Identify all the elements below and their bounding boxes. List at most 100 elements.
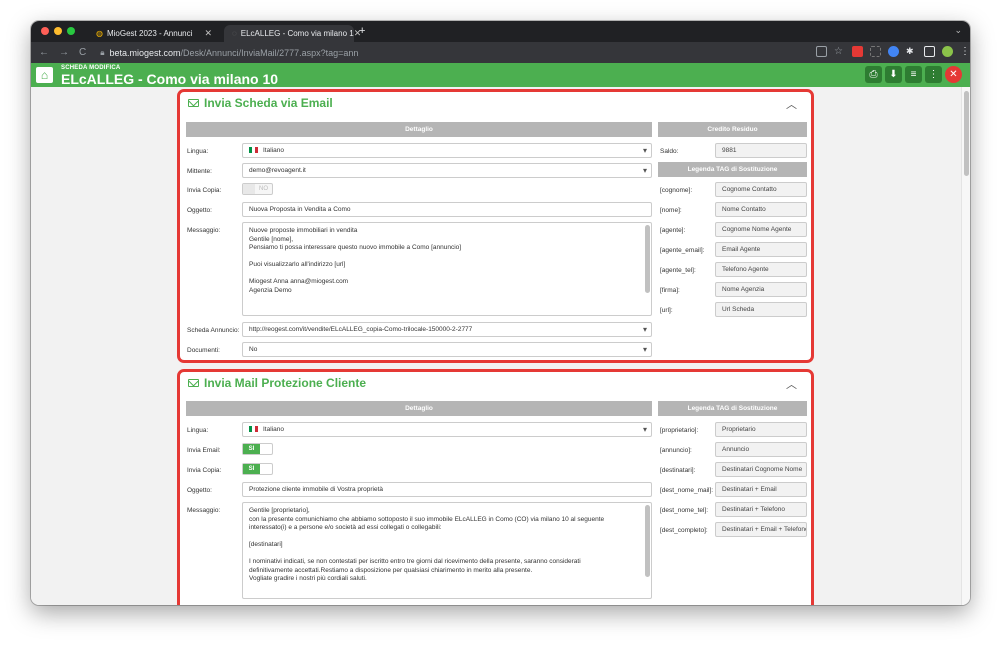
tag-name: [agente_email]: bbox=[660, 247, 705, 254]
new-tab-icon[interactable]: + bbox=[359, 25, 365, 37]
more-vertical-icon[interactable]: ⋮ bbox=[925, 66, 942, 83]
tag-name: [dest_nome_tel]: bbox=[660, 507, 709, 514]
browser-tab-elcalleg[interactable]: ◌ ELcALLEG - Como via milano 1 ✕ bbox=[224, 25, 361, 42]
balance-label: Saldo: bbox=[660, 148, 679, 155]
page-favicon-icon: ◌ bbox=[232, 29, 237, 38]
tag-name: [url]: bbox=[660, 307, 673, 314]
tag-name: [firma]: bbox=[660, 287, 680, 294]
browser-tab-miogest[interactable]: ◍ MioGest 2023 - Annunci ✕ bbox=[88, 25, 220, 42]
calendar-extension-icon[interactable] bbox=[852, 46, 863, 57]
collapse-chevron-icon[interactable]: ︿ bbox=[786, 96, 797, 112]
tab-search-chevron-icon[interactable]: ⌄ bbox=[954, 25, 962, 36]
message-line: [destinatari] bbox=[249, 541, 283, 548]
subject-label: Oggetto: bbox=[187, 207, 212, 214]
address-bar: ← → C 🔒︎ beta.miogest.com/Desk/Annunci/I… bbox=[31, 42, 970, 63]
listing-sheet-label: Scheda Annuncio: bbox=[187, 327, 240, 334]
app-header: ⌂ SCHEDA MODIFICA ELcALLEG - Como via mi… bbox=[31, 63, 970, 87]
subject-input[interactable]: Nuova Proposta in Vendita a Como bbox=[242, 202, 652, 217]
message-label: Messaggio: bbox=[187, 507, 221, 514]
lock-icon[interactable]: 🔒︎ bbox=[100, 48, 104, 58]
sidebar-icon[interactable] bbox=[924, 46, 935, 57]
message-line bbox=[249, 550, 645, 559]
print-icon[interactable]: ⎙ bbox=[865, 66, 882, 83]
message-line: Gentile [nome], bbox=[249, 235, 294, 243]
puzzle-extensions-icon[interactable]: ✱ bbox=[906, 46, 917, 57]
scrollbar[interactable] bbox=[645, 225, 650, 293]
window-controls bbox=[41, 27, 75, 35]
send-email-toggle[interactable]: SI bbox=[242, 443, 273, 455]
listing-sheet-select[interactable]: http://reogest.com/it/vendite/ELcALLEG_c… bbox=[242, 322, 652, 337]
minimize-window-button[interactable] bbox=[54, 27, 62, 35]
legend-header: Legenda TAG di Sostituzione bbox=[658, 401, 807, 416]
credit-header: Credito Residuo bbox=[658, 122, 807, 137]
message-textarea[interactable]: Gentile [proprietario], con la presente c… bbox=[242, 502, 652, 599]
browser-window: ◍ MioGest 2023 - Annunci ✕ ◌ ELcALLEG - … bbox=[31, 21, 970, 605]
message-line bbox=[249, 253, 645, 262]
tab-label: ELcALLEG - Como via milano 1 bbox=[240, 29, 354, 38]
client-protection-mail-panel: Invia Mail Protezione Cliente ︿ Dettagli… bbox=[177, 369, 814, 605]
extensions-area: ☆ ✱ ⋮ bbox=[816, 46, 970, 57]
tab-label: MioGest 2023 - Annunci bbox=[106, 29, 193, 38]
share-icon[interactable] bbox=[816, 46, 827, 57]
message-line: Puoi visualizzarlo all'indirizzo [url] bbox=[249, 261, 346, 268]
tab-bar: ◍ MioGest 2023 - Annunci ✕ ◌ ELcALLEG - … bbox=[31, 21, 970, 42]
back-icon[interactable]: ← bbox=[39, 47, 49, 58]
language-select[interactable]: Italiano bbox=[242, 143, 652, 158]
message-line: interessato(i) e a persone e/o società a… bbox=[249, 524, 442, 531]
tag-name: [agente_tel]: bbox=[660, 267, 696, 274]
more-menu-icon[interactable]: ⋮ bbox=[960, 46, 970, 57]
bookmark-star-icon[interactable]: ☆ bbox=[834, 46, 845, 57]
colored-extension-icon[interactable] bbox=[888, 46, 899, 57]
page-scrollbar[interactable] bbox=[961, 87, 970, 605]
detail-header: Dettaglio bbox=[186, 401, 652, 416]
send-copy-toggle[interactable]: NO bbox=[242, 183, 273, 195]
panel-title: Invia Mail Protezione Cliente bbox=[188, 376, 366, 390]
maximize-window-button[interactable] bbox=[67, 27, 75, 35]
home-icon[interactable]: ⌂ bbox=[36, 67, 53, 83]
envelope-icon bbox=[188, 379, 199, 387]
tag-description: Annuncio bbox=[715, 442, 807, 457]
language-select[interactable]: Italiano bbox=[242, 422, 652, 437]
collapse-chevron-icon[interactable]: ︿ bbox=[786, 376, 797, 392]
message-line: con la presente comunichiamo che abbiamo… bbox=[249, 515, 605, 523]
documents-select[interactable]: No bbox=[242, 342, 652, 357]
tag-name: [agente]: bbox=[660, 227, 686, 234]
close-tab-icon[interactable]: ✕ bbox=[204, 28, 212, 39]
url-field[interactable]: beta.miogest.com/Desk/Annunci/InviaMail/… bbox=[110, 48, 359, 58]
message-line: Nuove proposte immobiliari in vendita bbox=[249, 227, 358, 234]
miogest-favicon-icon: ◍ bbox=[96, 29, 103, 38]
forward-icon[interactable]: → bbox=[59, 47, 69, 58]
language-label: Lingua: bbox=[187, 148, 209, 155]
message-label: Messaggio: bbox=[187, 227, 221, 234]
scrollbar[interactable] bbox=[645, 505, 650, 577]
scrollbar-thumb[interactable] bbox=[964, 91, 969, 176]
toggle-knob bbox=[243, 184, 255, 194]
subject-input[interactable]: Protezione cliente immobile di Vostra pr… bbox=[242, 482, 652, 497]
close-window-button[interactable] bbox=[41, 27, 49, 35]
message-line: Vogliate gradire i nostri più cordiali s… bbox=[249, 575, 367, 582]
tag-name: [nome]: bbox=[660, 207, 682, 214]
tag-name: [proprietario]: bbox=[660, 427, 699, 434]
download-icon[interactable]: ⬇ bbox=[885, 66, 902, 83]
send-copy-label: Invia Copia: bbox=[187, 187, 222, 194]
italy-flag-icon bbox=[249, 426, 258, 433]
balance-value: 9881 bbox=[715, 143, 807, 158]
detail-header: Dettaglio bbox=[186, 122, 652, 137]
reload-icon[interactable]: C bbox=[79, 47, 86, 58]
tag-name: [destinatari]: bbox=[660, 467, 696, 474]
close-icon[interactable]: ✕ bbox=[945, 66, 962, 83]
send-copy-label: Invia Copia: bbox=[187, 467, 222, 474]
tag-description: Telefono Agente bbox=[715, 262, 807, 277]
sender-select[interactable]: demo@revoagent.it bbox=[242, 163, 652, 178]
menu-icon[interactable]: ≡ bbox=[905, 66, 922, 83]
tag-description: Cognome Nome Agente bbox=[715, 222, 807, 237]
toggle-state: NO bbox=[259, 186, 268, 192]
tag-description: Email Agente bbox=[715, 242, 807, 257]
profile-avatar-icon[interactable] bbox=[942, 46, 953, 57]
tag-name: [cognome]: bbox=[660, 187, 693, 194]
send-copy-toggle[interactable]: SI bbox=[242, 463, 273, 475]
main-content: Invia Scheda via Email ︿ Dettaglio Credi… bbox=[31, 87, 970, 605]
dotted-extension-icon[interactable] bbox=[870, 46, 881, 57]
page-title: ELcALLEG - Como via milano 10 bbox=[61, 71, 279, 87]
message-textarea[interactable]: Nuove proposte immobiliari in vendita Gen… bbox=[242, 222, 652, 316]
